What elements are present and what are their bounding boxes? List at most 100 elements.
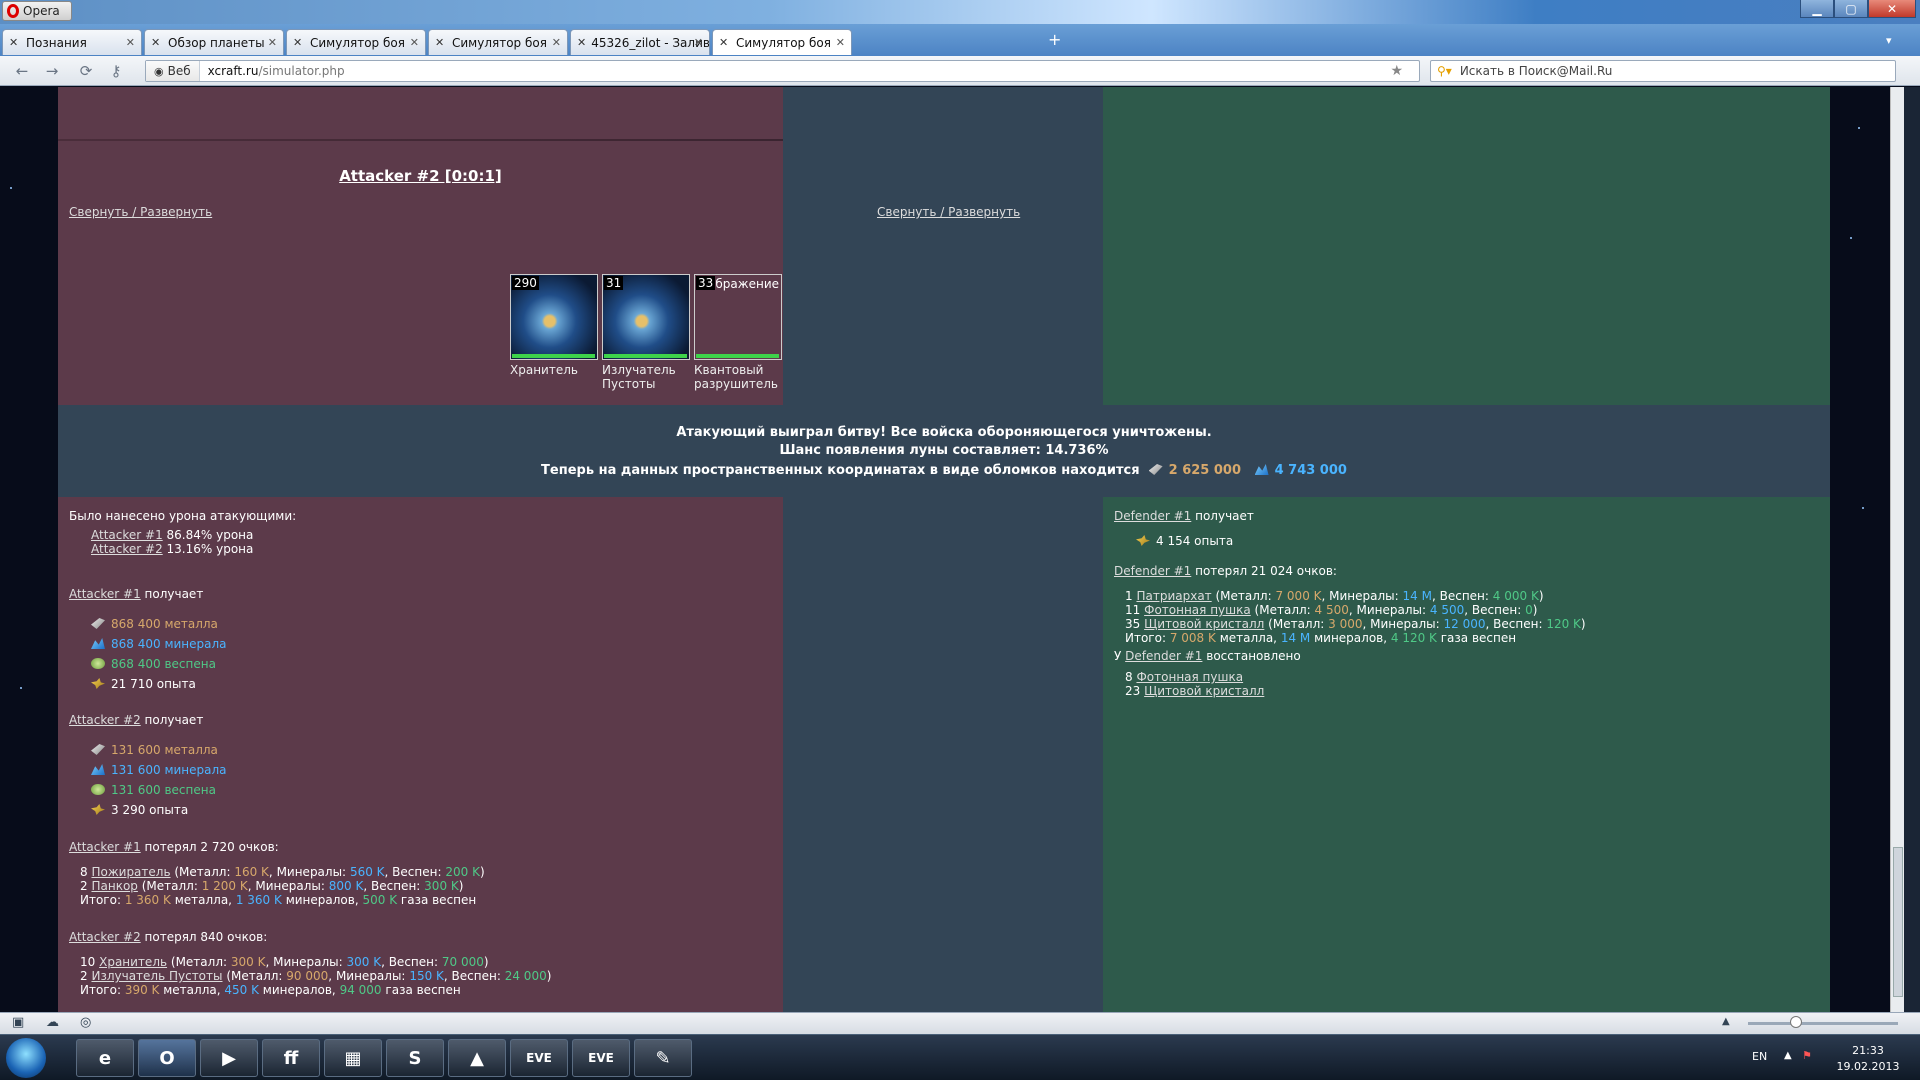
exp-icon (1136, 535, 1150, 546)
metal-word: металла, (163, 983, 221, 997)
ship-link[interactable]: Излучатель Пустоты (91, 969, 222, 983)
vespen-label: Веспен: (392, 865, 442, 879)
action-center-flag-icon[interactable]: ⚑ (1802, 1049, 1812, 1062)
tab-close-icon[interactable]: ✕ (410, 36, 419, 49)
taskbar-app-8[interactable]: EVE (572, 1039, 630, 1077)
taskbar-app-1[interactable]: O (138, 1039, 196, 1077)
reward-vespen: 868 400 веспена (111, 657, 216, 671)
tab-close-icon[interactable]: ✕ (126, 36, 135, 49)
url-path: /simulator.php (258, 64, 345, 78)
tab-3[interactable]: ✕ Симулятор боя ✕ (428, 29, 568, 55)
report-line: 35 Щитовой кристалл (Металл: 3 000, Мине… (1125, 617, 1586, 631)
minimize-button[interactable]: ▁ (1800, 0, 1834, 18)
panel-toggle-icon[interactable]: ▣ (12, 1015, 24, 1030)
report-line: Defender #1 потерял 21 024 очков: (1114, 564, 1337, 579)
total-crystal: 450 K (224, 983, 259, 997)
defender-link[interactable]: Defender #1 (1125, 649, 1202, 663)
metal-label: Металл: (1259, 603, 1311, 617)
loss-vespen: 24 000 (504, 969, 547, 983)
tab-close-icon[interactable]: ✕ (694, 36, 703, 49)
taskbar-app-0[interactable]: e (76, 1039, 134, 1077)
tab-0[interactable]: ✕ Познания ✕ (2, 29, 142, 55)
ship-link[interactable]: Хранитель (99, 955, 167, 969)
search-field[interactable]: ⚲▾ Искать в Поиск@Mail.Ru (1430, 60, 1896, 82)
tab-4[interactable]: ✕45326_zilot - Заливка у...✕ (570, 29, 710, 55)
tab-favicon-icon: ✕ (719, 35, 729, 49)
ship-card[interactable]: 31 (602, 274, 690, 360)
taskbar-app-4[interactable]: ▦ (324, 1039, 382, 1077)
ship-link[interactable]: Щитовой кристалл (1144, 617, 1264, 631)
url-field[interactable]: ◉ Веб xcraft.ru/simulator.php ★ (145, 60, 1420, 82)
attacker-link[interactable]: Attacker #2 (91, 542, 163, 556)
tab-label: Симулятор боя (310, 35, 405, 50)
taskbar-app-7[interactable]: EVE (510, 1039, 568, 1077)
back-arrow-icon[interactable]: ← (12, 62, 32, 80)
tab-list-chevron-icon[interactable]: ▾ (1886, 34, 1892, 47)
ship-link[interactable]: Патриархат (1136, 589, 1211, 603)
player-link[interactable]: Attacker #2 (69, 930, 141, 944)
attacker-link[interactable]: Attacker #1 (91, 528, 163, 542)
start-button[interactable] (6, 1038, 46, 1078)
ship-link[interactable]: Пожиратель (91, 865, 170, 879)
tab-2[interactable]: ✕ Симулятор боя ✕ (286, 29, 426, 55)
toggle-collapse-link-mid[interactable]: Свернуть / Развернуть (877, 205, 1020, 219)
attacker-link[interactable]: Attacker #2 (69, 713, 141, 727)
taskbar-app-6[interactable]: ▲ (448, 1039, 506, 1077)
toggle-collapse-link[interactable]: Свернуть / Развернуть (69, 205, 212, 219)
report-line: Было нанесено урона атакующими: (69, 509, 296, 524)
attacker-link[interactable]: Attacker #1 (69, 587, 141, 601)
attacker2-title[interactable]: Attacker #2 [0:0:1] (58, 167, 783, 185)
ship-link[interactable]: Фотонная пушка (1144, 603, 1251, 617)
speed-dial-icon[interactable]: ◎ (80, 1015, 91, 1030)
url-badge[interactable]: ◉ Веб (146, 61, 200, 81)
taskbar-app-icon: e (98, 1047, 112, 1069)
report-line: 868 400 веспена (91, 657, 216, 672)
maximize-button[interactable]: ▢ (1834, 0, 1868, 18)
tab-5[interactable]: ✕ Симулятор боя ✕ (712, 29, 852, 55)
tab-label: Симулятор боя (452, 35, 547, 50)
damage-value: 86.84% урона (166, 528, 254, 542)
taskbar-app-5[interactable]: S (386, 1039, 444, 1077)
scrollbar-thumb[interactable] (1893, 847, 1903, 997)
total-crystal: 14 M (1280, 631, 1311, 645)
search-engine-icon[interactable]: ⚲▾ (1437, 64, 1452, 78)
language-indicator[interactable]: EN (1752, 1050, 1767, 1063)
loss-vespen: 120 K (1546, 617, 1581, 631)
key-icon[interactable]: ⚷ (106, 62, 126, 80)
taskbar-app-3[interactable]: ff (262, 1039, 320, 1077)
player-link[interactable]: Defender #1 (1114, 564, 1191, 578)
tray-clock[interactable]: 21:33 19.02.2013 (1820, 1043, 1916, 1075)
zoom-arrow-icon[interactable]: ▲ (1722, 1016, 1730, 1027)
debris-metal: 2 625 000 (1168, 463, 1241, 478)
ship-link[interactable]: Щитовой кристалл (1144, 684, 1264, 698)
taskbar-app-9[interactable]: ✎ (634, 1039, 692, 1077)
forward-arrow-icon[interactable]: → (42, 62, 62, 80)
add-tab-button[interactable]: + (1048, 30, 1061, 49)
crystal-label: Минералы: (276, 865, 347, 879)
zoom-slider-knob[interactable] (1790, 1016, 1802, 1028)
loss-vespen: 4 000 K (1492, 589, 1539, 603)
damage-value: 13.16% урона (166, 542, 254, 556)
tab-1[interactable]: ✕ Обзор планеты ✕ (144, 29, 284, 55)
ship-card[interactable]: ображение 33 (694, 274, 782, 360)
defender-report-panel: Defender #1 получает 4 154 опыта Defender … (1103, 497, 1830, 1012)
ship-link[interactable]: Фотонная пушка (1136, 670, 1243, 684)
close-window-button[interactable]: ✕ (1868, 0, 1916, 18)
tray-expand-icon[interactable]: ▲ (1784, 1050, 1792, 1061)
bookmark-star-icon[interactable]: ★ (1390, 63, 1403, 79)
zoom-slider[interactable] (1748, 1022, 1898, 1025)
opera-menu-button[interactable]: Opera (2, 1, 72, 21)
defender-link[interactable]: Defender #1 (1114, 509, 1191, 523)
tab-close-icon[interactable]: ✕ (836, 36, 845, 49)
tab-favicon-icon: ✕ (293, 35, 303, 49)
taskbar-app-2[interactable]: ▶ (200, 1039, 258, 1077)
page-scrollbar[interactable] (1890, 87, 1904, 1012)
ship-card[interactable]: 290 (510, 274, 598, 360)
tab-close-icon[interactable]: ✕ (552, 36, 561, 49)
cloud-icon[interactable]: ☁ (46, 1015, 59, 1030)
tab-close-icon[interactable]: ✕ (268, 36, 277, 49)
reload-icon[interactable]: ⟳ (76, 62, 96, 80)
ship-link[interactable]: Панкор (91, 879, 137, 893)
player-link[interactable]: Attacker #1 (69, 840, 141, 854)
url-host: xcraft.ru (207, 64, 259, 78)
